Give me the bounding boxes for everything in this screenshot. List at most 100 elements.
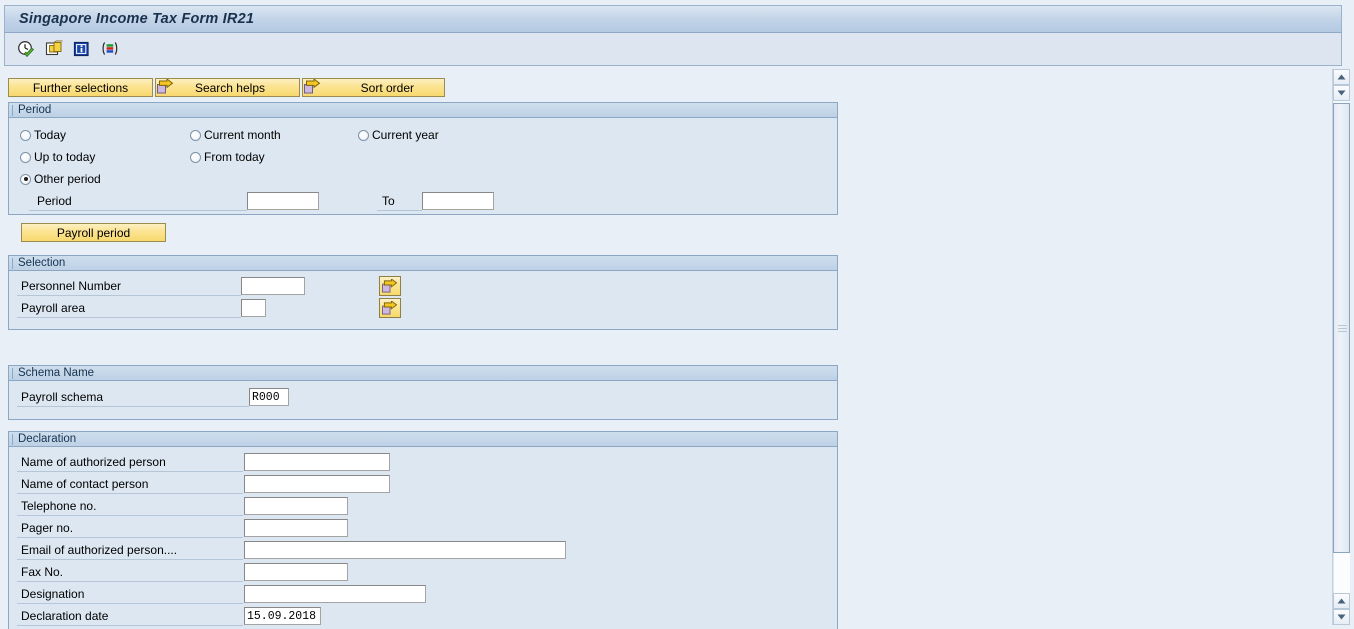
- group-schema-name: Schema Name Payroll schema: [8, 365, 838, 420]
- radio-dot: [190, 129, 201, 141]
- row-underline: [17, 559, 243, 560]
- name-authorized-person-label: Name of authorized person: [21, 455, 166, 469]
- group-period-title: Period: [9, 103, 837, 118]
- telephone-no-input[interactable]: [244, 497, 348, 515]
- radio-up-to-today[interactable]: Up to today: [20, 150, 95, 164]
- radio-label: Today: [34, 128, 67, 142]
- personnel-number-multi-select-button[interactable]: [379, 276, 401, 296]
- payroll-area-multi-select-button[interactable]: [379, 298, 401, 318]
- multi-selection-arrow-icon: [382, 301, 398, 315]
- group-declaration: Declaration Name of authorized person Na…: [8, 431, 838, 629]
- radio-other-period[interactable]: Other period: [20, 172, 101, 186]
- sort-order-button[interactable]: Sort order: [302, 78, 445, 97]
- multi-selection-arrow-icon: [382, 279, 398, 293]
- row-underline: [17, 625, 243, 626]
- row-underline: [17, 515, 243, 516]
- declaration-date-input[interactable]: [244, 607, 321, 625]
- personnel-number-label: Personnel Number: [21, 279, 122, 293]
- chevron-down-icon: [1337, 90, 1346, 96]
- information-icon[interactable]: [71, 38, 93, 60]
- group-schema-body: Payroll schema: [9, 381, 837, 419]
- period-field-label: Period: [37, 194, 72, 208]
- radio-dot: [358, 129, 369, 141]
- row-underline: [17, 471, 243, 472]
- period-from-input[interactable]: [247, 192, 319, 210]
- selection-screen-canvas: Further selections Search helps Sort ord…: [0, 67, 1320, 629]
- radio-label: Other period: [34, 172, 101, 186]
- period-label-underline: [29, 210, 247, 211]
- row-underline: [17, 603, 243, 604]
- scrollbar-grip-icon: [1338, 325, 1347, 332]
- selection-screen-button-row: Further selections Search helps Sort ord…: [8, 77, 447, 97]
- to-label: To: [382, 194, 395, 208]
- search-helps-wrap: Search helps: [155, 77, 302, 97]
- scroll-down-bottom-button[interactable]: [1333, 609, 1350, 625]
- scrollbar-track[interactable]: [1333, 553, 1350, 593]
- group-declaration-title: Declaration: [9, 432, 837, 447]
- payroll-area-label: Payroll area: [21, 301, 86, 315]
- personnel-number-underline: [17, 295, 241, 296]
- payroll-schema-label: Payroll schema: [21, 390, 104, 404]
- group-selection-title: Selection: [9, 256, 837, 271]
- radio-dot: [190, 151, 201, 163]
- radio-label: Current month: [204, 128, 281, 142]
- declaration-date-label: Declaration date: [21, 609, 109, 623]
- application-toolbar: © www.tutorialkart.com: [4, 33, 1342, 95]
- pager-no-label: Pager no.: [21, 521, 74, 535]
- radio-today[interactable]: Today: [20, 128, 66, 142]
- radio-label: From today: [204, 150, 265, 164]
- payroll-area-underline: [17, 317, 241, 318]
- group-period-body: Today Current month Current year Up to t…: [9, 118, 837, 242]
- radio-from-today[interactable]: From today: [190, 150, 265, 164]
- payroll-area-input[interactable]: [241, 299, 266, 317]
- copy-folder-icon[interactable]: [43, 38, 65, 60]
- email-authorized-person-input[interactable]: [244, 541, 566, 559]
- radio-current-year[interactable]: Current year: [358, 128, 439, 142]
- designation-label: Designation: [21, 587, 85, 601]
- further-selections-wrap: Further selections: [8, 78, 155, 97]
- to-label-underline: [377, 210, 422, 211]
- pager-no-input[interactable]: [244, 519, 348, 537]
- radio-dot: [20, 173, 31, 185]
- page-title: Singapore Income Tax Form IR21: [19, 11, 255, 27]
- arrow-right-page-icon: [157, 77, 174, 94]
- scroll-down-button[interactable]: [1333, 85, 1350, 101]
- payroll-schema-input[interactable]: [249, 388, 289, 406]
- radio-dot: [20, 151, 31, 163]
- window-title-bar: Singapore Income Tax Form IR21: [4, 5, 1342, 33]
- period-to-input[interactable]: [422, 192, 494, 210]
- execute-clock-icon[interactable]: [15, 38, 37, 60]
- fax-no-label: Fax No.: [21, 565, 64, 579]
- radio-dot: [20, 129, 31, 141]
- telephone-no-label: Telephone no.: [21, 499, 97, 513]
- group-selection-body: Personnel Number Payroll area: [9, 271, 837, 329]
- further-selections-button[interactable]: Further selections: [8, 78, 153, 97]
- sort-order-wrap: Sort order: [302, 77, 447, 97]
- sap-selection-screen: Singapore Income Tax Form IR21 Further s…: [0, 0, 1354, 629]
- personnel-number-input[interactable]: [241, 277, 305, 295]
- payroll-period-button[interactable]: Payroll period: [21, 223, 166, 242]
- chevron-down-icon: [1337, 614, 1346, 620]
- radio-label: Up to today: [34, 150, 96, 164]
- name-authorized-person-input[interactable]: [244, 453, 390, 471]
- payroll-schema-underline: [17, 406, 249, 407]
- email-authorized-person-label: Email of authorized person....: [21, 543, 178, 557]
- group-period: Period Today Current month Current year …: [8, 102, 838, 242]
- row-underline: [17, 581, 243, 582]
- row-underline: [17, 493, 243, 494]
- scrollbar-thumb[interactable]: [1333, 103, 1350, 553]
- group-selection: Selection Personnel Number Payroll area: [8, 255, 838, 330]
- color-bars-icon[interactable]: [99, 38, 121, 60]
- scroll-up-bottom-button[interactable]: [1333, 593, 1350, 609]
- fax-no-input[interactable]: [244, 563, 348, 581]
- search-helps-button[interactable]: Search helps: [155, 78, 300, 97]
- row-underline: [17, 537, 243, 538]
- arrow-right-page-icon: [304, 77, 321, 94]
- name-contact-person-input[interactable]: [244, 475, 390, 493]
- radio-current-month[interactable]: Current month: [190, 128, 281, 142]
- vertical-scrollbar[interactable]: [1332, 69, 1350, 625]
- radio-label: Current year: [372, 128, 439, 142]
- designation-input[interactable]: [244, 585, 426, 603]
- scroll-up-button[interactable]: [1333, 69, 1350, 85]
- chevron-up-icon: [1337, 74, 1346, 80]
